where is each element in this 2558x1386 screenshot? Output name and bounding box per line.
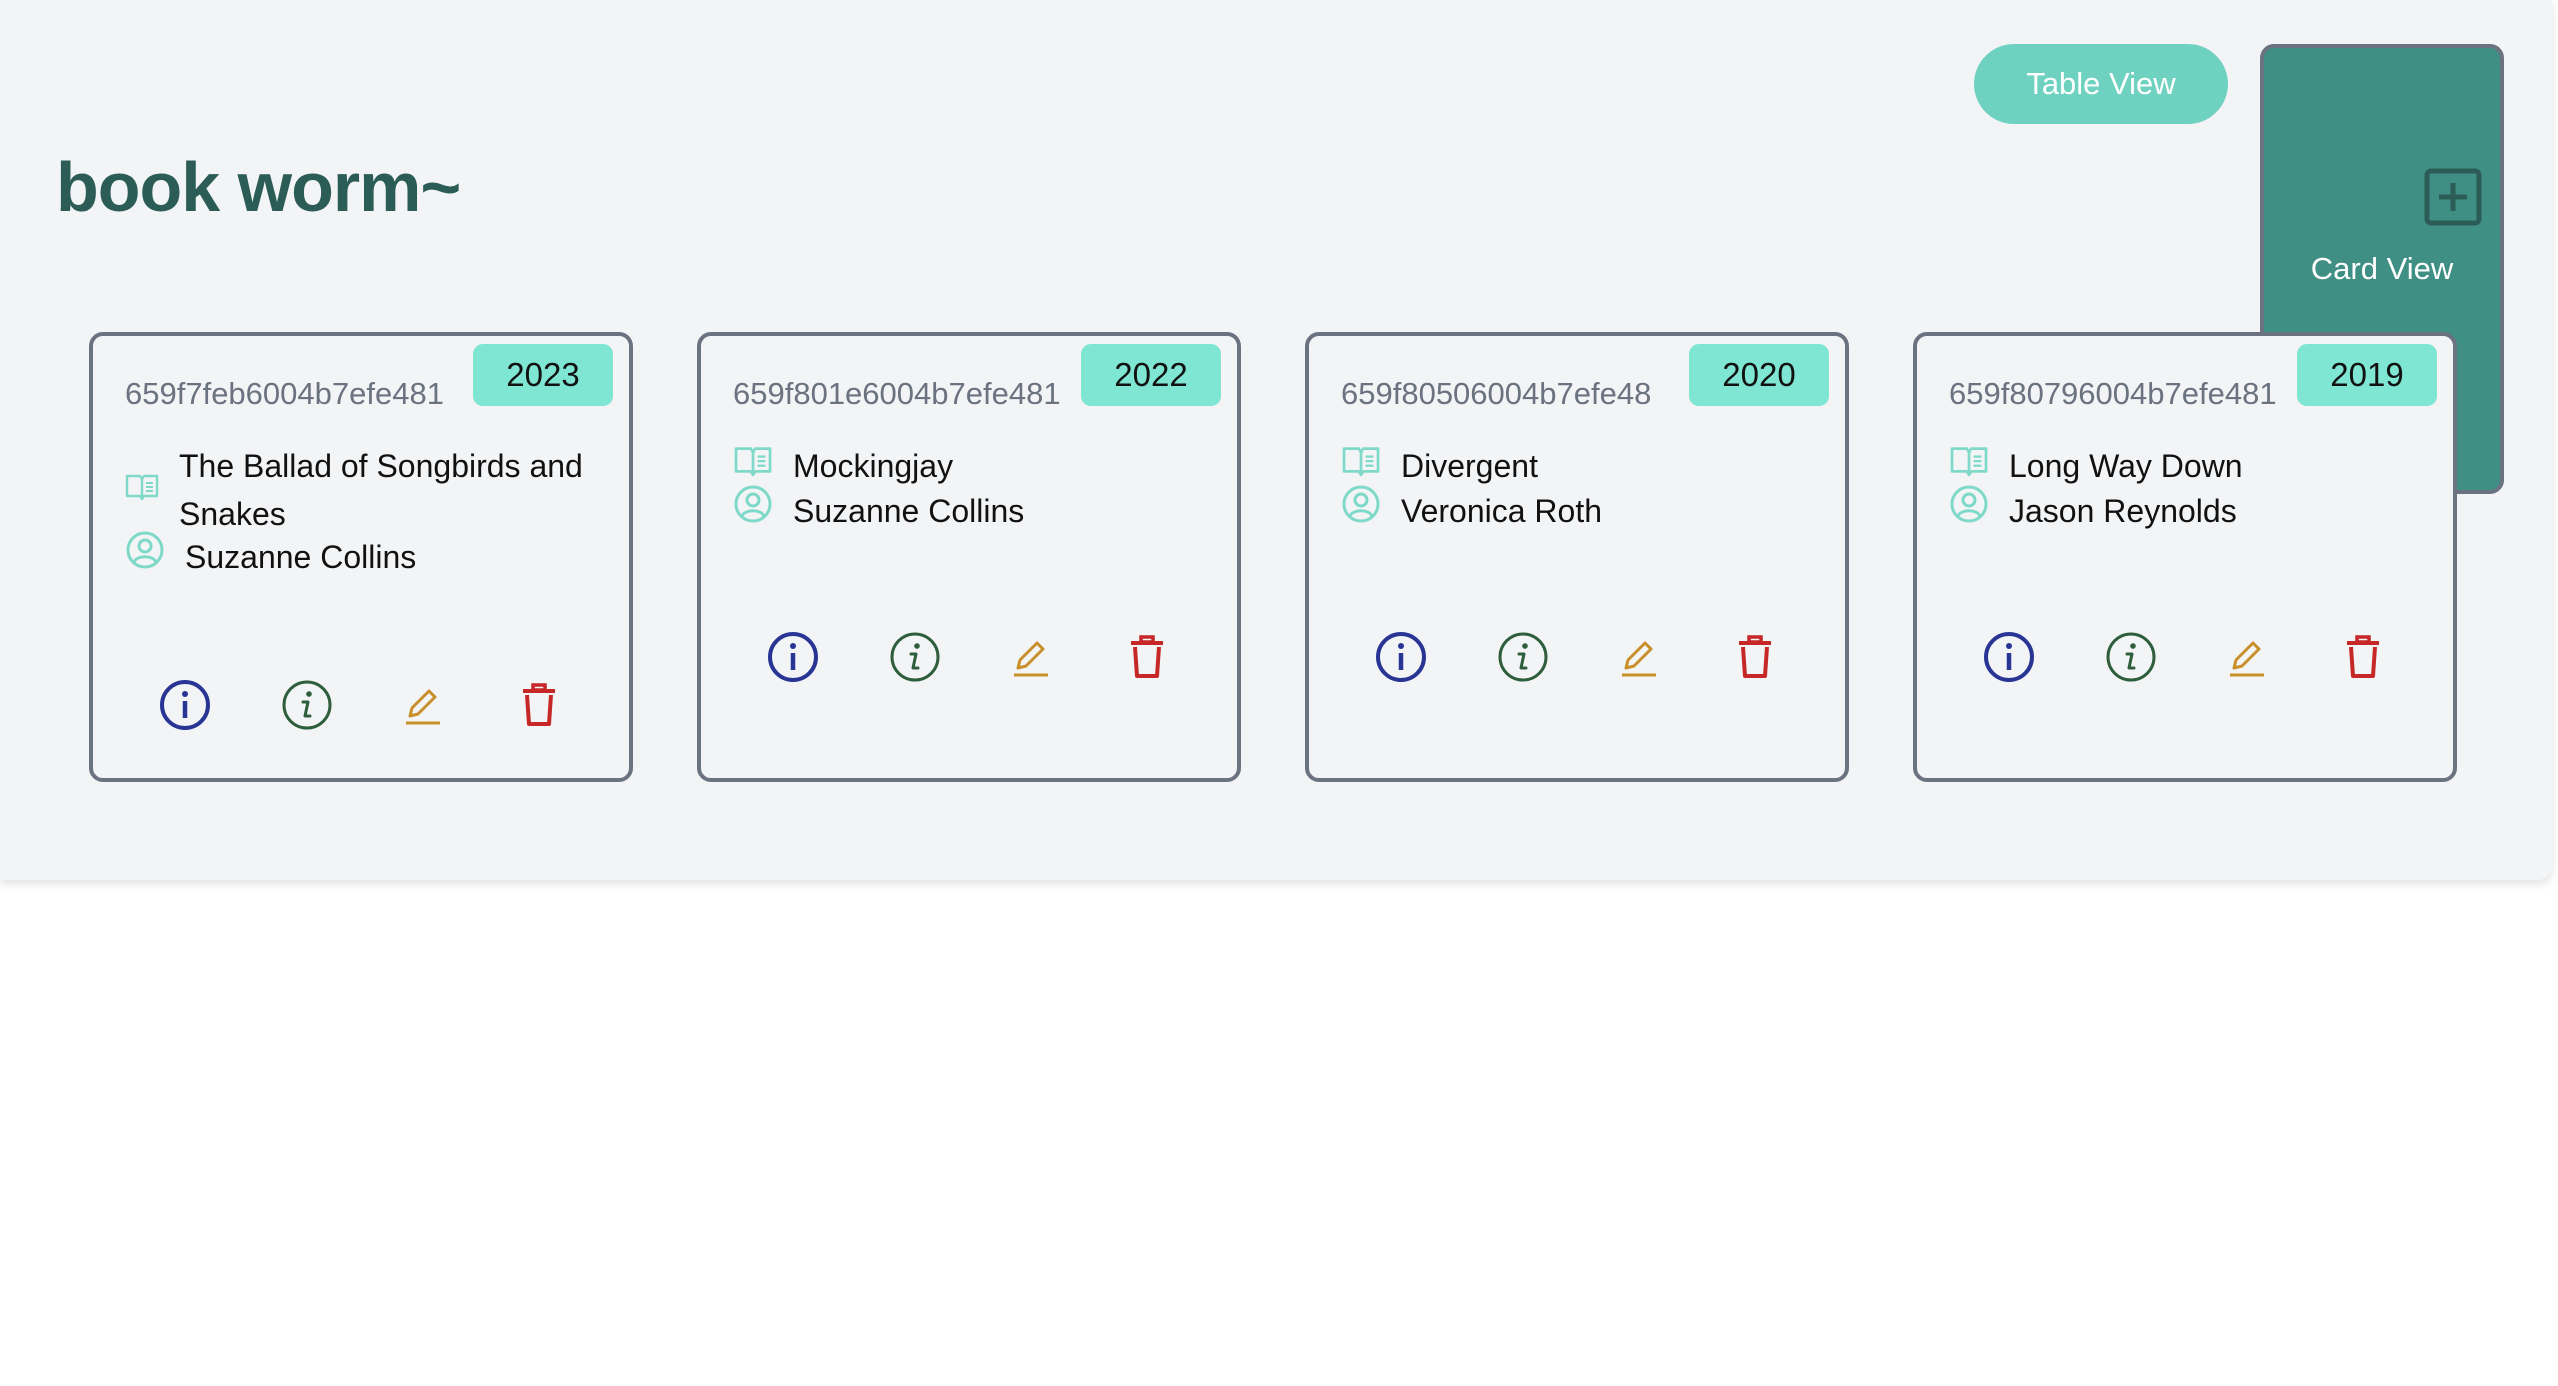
info-italic-icon[interactable] <box>888 630 942 684</box>
trash-icon[interactable] <box>2336 630 2390 684</box>
info-circle-icon[interactable] <box>766 630 820 684</box>
book-author: Suzanne Collins <box>793 492 1025 529</box>
user-circle-icon <box>1949 484 1989 537</box>
pencil-icon[interactable] <box>1004 630 1058 684</box>
year-badge: 2023 <box>473 344 613 406</box>
info-circle-icon[interactable] <box>1982 630 2036 684</box>
trash-icon[interactable] <box>512 678 566 732</box>
user-circle-icon <box>125 530 165 583</box>
book-author: Suzanne Collins <box>185 538 417 575</box>
book-author-row: Suzanne Collins <box>733 484 1024 537</box>
page-title: book worm~ <box>56 148 461 226</box>
book-card: 659f7feb6004b7efe481 2023 The Ballad of … <box>89 332 633 782</box>
info-circle-icon[interactable] <box>1374 630 1428 684</box>
info-italic-icon[interactable] <box>1496 630 1550 684</box>
book-title-row: The Ballad of Songbirds and Snakes <box>125 442 605 538</box>
book-card: 659f80796004b7efe481 2019 Long Way Down … <box>1913 332 2457 782</box>
year-badge: 2020 <box>1689 344 1829 406</box>
info-italic-icon[interactable] <box>280 678 334 732</box>
book-open-icon <box>125 466 159 514</box>
trash-icon[interactable] <box>1120 630 1174 684</box>
year-badge: 2022 <box>1081 344 1221 406</box>
main-panel: Table View Card View book worm~ 659f7feb… <box>0 0 2552 880</box>
book-title: Mockingjay <box>793 448 954 484</box>
book-title: The Ballad of Songbirds and Snakes <box>179 448 583 532</box>
book-card: 659f80506004b7efe48 2020 Divergent Veron… <box>1305 332 1849 782</box>
book-title-row: Long Way Down <box>1949 442 2429 490</box>
book-title-row: Mockingjay <box>733 442 1213 490</box>
pencil-icon[interactable] <box>1612 630 1666 684</box>
info-italic-icon[interactable] <box>2104 630 2158 684</box>
trash-icon[interactable] <box>1728 630 1782 684</box>
book-author-row: Veronica Roth <box>1341 484 1602 537</box>
book-title: Divergent <box>1401 448 1538 484</box>
plus-square-icon[interactable] <box>2424 168 2482 226</box>
pencil-icon[interactable] <box>2220 630 2274 684</box>
book-title-row: Divergent <box>1341 442 1821 490</box>
book-card-list: 659f7feb6004b7efe481 2023 The Ballad of … <box>89 332 2457 782</box>
pencil-icon[interactable] <box>396 678 450 732</box>
book-author: Jason Reynolds <box>2009 492 2237 529</box>
book-card: 659f801e6004b7efe481 2022 Mockingjay Suz… <box>697 332 1241 782</box>
user-circle-icon <box>1341 484 1381 537</box>
table-view-button[interactable]: Table View <box>1974 44 2228 124</box>
book-open-icon <box>733 442 773 490</box>
book-open-icon <box>1949 442 1989 490</box>
book-open-icon <box>1341 442 1381 490</box>
book-title: Long Way Down <box>2009 448 2243 484</box>
info-circle-icon[interactable] <box>158 678 212 732</box>
year-badge: 2019 <box>2297 344 2437 406</box>
book-author-row: Suzanne Collins <box>125 530 416 583</box>
book-author-row: Jason Reynolds <box>1949 484 2237 537</box>
book-author: Veronica Roth <box>1401 492 1603 529</box>
user-circle-icon <box>733 484 773 537</box>
